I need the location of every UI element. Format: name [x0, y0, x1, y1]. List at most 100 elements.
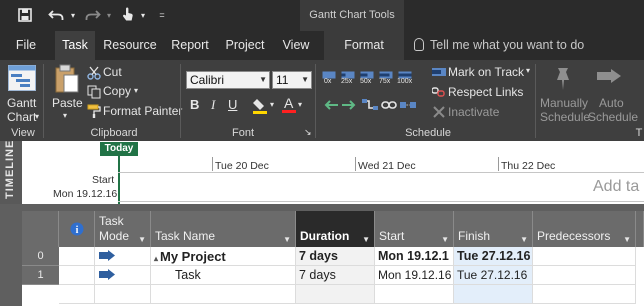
select-all-corner[interactable]	[22, 211, 59, 247]
outdent-icon[interactable]	[323, 98, 339, 115]
pushpin-icon[interactable]	[552, 66, 574, 95]
mark-on-track-dropdown-icon[interactable]: ▾	[526, 66, 530, 75]
copy-dropdown-icon[interactable]: ▾	[134, 86, 138, 95]
task-name-cell[interactable]: Task	[151, 266, 296, 285]
gantt-sheet: i Task Mode ▼ Task Name ▼ Duration ▼ Sta…	[0, 204, 644, 306]
highlight-color-icon[interactable]	[253, 97, 269, 118]
empty-cell[interactable]	[533, 285, 636, 304]
column-header-start[interactable]: Start ▼	[375, 211, 454, 247]
lightbulb-icon	[414, 38, 424, 51]
task-mode-cell[interactable]	[95, 247, 151, 266]
finish-cell[interactable]: Tue 27.12.16	[454, 247, 533, 266]
start-cell[interactable]: Mon 19.12.1	[375, 247, 454, 266]
paste-dropdown-icon[interactable]: ▾	[63, 111, 67, 120]
indicators-cell[interactable]	[59, 247, 95, 266]
split-task-icon[interactable]	[400, 98, 416, 115]
column-header-task-mode[interactable]: Task Mode ▼	[95, 211, 151, 247]
redo-dropdown-icon[interactable]: ▾	[104, 0, 114, 31]
manually-schedule-label-1[interactable]: Manually	[540, 96, 588, 110]
timeline-bar[interactable]	[118, 172, 644, 202]
group-label-schedule: Schedule	[405, 127, 451, 139]
chevron-down-icon[interactable]: ▼	[623, 235, 631, 244]
duration-header: Duration	[300, 229, 350, 243]
font-dialog-launcher-icon[interactable]: ↘	[304, 127, 312, 138]
auto-schedule-icon[interactable]	[597, 68, 623, 93]
tab-task[interactable]: Task	[55, 31, 95, 60]
mark-on-track-button[interactable]: Mark on Track	[448, 65, 524, 79]
empty-cell[interactable]	[454, 285, 533, 304]
copy-button[interactable]: Copy	[103, 84, 131, 98]
column-header-duration[interactable]: Duration ▼	[296, 211, 375, 247]
empty-cell[interactable]	[151, 285, 296, 304]
touch-mode-icon[interactable]	[118, 0, 138, 31]
indent-icon[interactable]	[341, 98, 357, 115]
task-name-cell[interactable]: ▴ My Project	[151, 247, 296, 266]
tab-resource[interactable]: Resource	[100, 31, 160, 60]
font-color-dropdown-icon[interactable]: ▾	[298, 100, 302, 109]
percent-label: 75x	[379, 78, 391, 85]
italic-button[interactable]: I	[211, 97, 215, 113]
column-header-finish[interactable]: Finish ▼	[454, 211, 533, 247]
row-header[interactable]: 0	[22, 247, 59, 266]
empty-cell[interactable]	[296, 285, 375, 304]
touch-mode-dropdown-icon[interactable]: ▾	[138, 0, 148, 31]
title-bar: ▾ ▾ ▾ = Gantt Chart Tools	[0, 0, 644, 31]
duration-cell[interactable]: 7 days	[296, 266, 375, 285]
redo-icon[interactable]	[82, 0, 104, 31]
highlight-dropdown-icon[interactable]: ▾	[270, 100, 274, 109]
undo-dropdown-icon[interactable]: ▾	[68, 0, 78, 31]
bold-button[interactable]: B	[190, 97, 199, 112]
chevron-down-icon[interactable]: ▼	[520, 235, 528, 244]
gantt-chart-label-2[interactable]: Chart	[7, 110, 36, 124]
format-painter-button[interactable]: Format Painter	[103, 104, 182, 118]
tab-report[interactable]: Report	[166, 31, 214, 60]
predecessors-cell[interactable]	[533, 247, 636, 266]
tab-format[interactable]: Format	[324, 31, 404, 60]
customize-qat-icon[interactable]: =	[154, 0, 170, 31]
duration-cell[interactable]: 7 days	[296, 247, 375, 266]
font-size-combo[interactable]: 11 ▼	[272, 71, 312, 89]
column-header-predecessors[interactable]: Predecessors ▼	[533, 211, 636, 247]
chevron-down-icon[interactable]: ▼	[362, 235, 370, 244]
gantt-dropdown-icon[interactable]: ▾	[35, 112, 39, 121]
column-header-indicators[interactable]: i	[59, 211, 95, 247]
tab-view[interactable]: View	[276, 31, 316, 60]
empty-cell[interactable]	[59, 285, 95, 304]
auto-schedule-label-1[interactable]: Auto	[599, 96, 624, 110]
respect-links-button[interactable]: Respect Links	[448, 85, 523, 99]
font-color-icon[interactable]: A	[281, 95, 297, 118]
finish-cell[interactable]: Tue 27.12.16	[454, 266, 533, 285]
chevron-down-icon[interactable]: ▼	[138, 235, 146, 244]
font-size-value: 11	[276, 73, 289, 87]
chevron-down-icon[interactable]: ▼	[441, 235, 449, 244]
chain-link-icon[interactable]	[381, 98, 397, 115]
paste-icon[interactable]	[54, 64, 80, 97]
underline-button[interactable]: U	[228, 97, 237, 112]
paste-label[interactable]: Paste	[52, 96, 83, 110]
start-cell[interactable]: Mon 19.12.16	[375, 266, 454, 285]
predecessors-cell[interactable]	[533, 266, 636, 285]
row-header[interactable]: 1	[22, 266, 59, 285]
tab-project[interactable]: Project	[220, 31, 270, 60]
cut-button[interactable]: Cut	[103, 65, 122, 79]
chevron-down-icon[interactable]: ▼	[283, 235, 291, 244]
inactivate-button[interactable]: Inactivate	[448, 105, 499, 119]
empty-cell[interactable]	[375, 285, 454, 304]
tab-file[interactable]: File	[6, 31, 46, 60]
column-header-task-name[interactable]: Task Name ▼	[151, 211, 296, 247]
undo-icon[interactable]	[44, 0, 68, 31]
gantt-chart-icon[interactable]	[8, 65, 36, 94]
indicators-cell[interactable]	[59, 266, 95, 285]
save-icon[interactable]	[14, 0, 36, 31]
gantt-chart-label-1[interactable]: Gantt	[7, 96, 36, 110]
manually-schedule-label-2[interactable]: Schedule	[540, 110, 590, 124]
task-name-header: Task Name	[155, 229, 216, 243]
auto-schedule-label-2[interactable]: Schedule	[588, 110, 638, 124]
empty-cell[interactable]	[95, 285, 151, 304]
timeline-pane[interactable]: TIMELINE Today Tue 20 Dec Wed 21 Dec Thu…	[0, 140, 644, 204]
link-tasks-icon[interactable]	[362, 98, 378, 115]
tell-me-search[interactable]: Tell me what you want to do	[414, 31, 584, 60]
task-mode-cell[interactable]	[95, 266, 151, 285]
collapse-toggle-icon[interactable]: ▴	[154, 254, 158, 263]
font-name-combo[interactable]: Calibri ▼	[186, 71, 270, 89]
